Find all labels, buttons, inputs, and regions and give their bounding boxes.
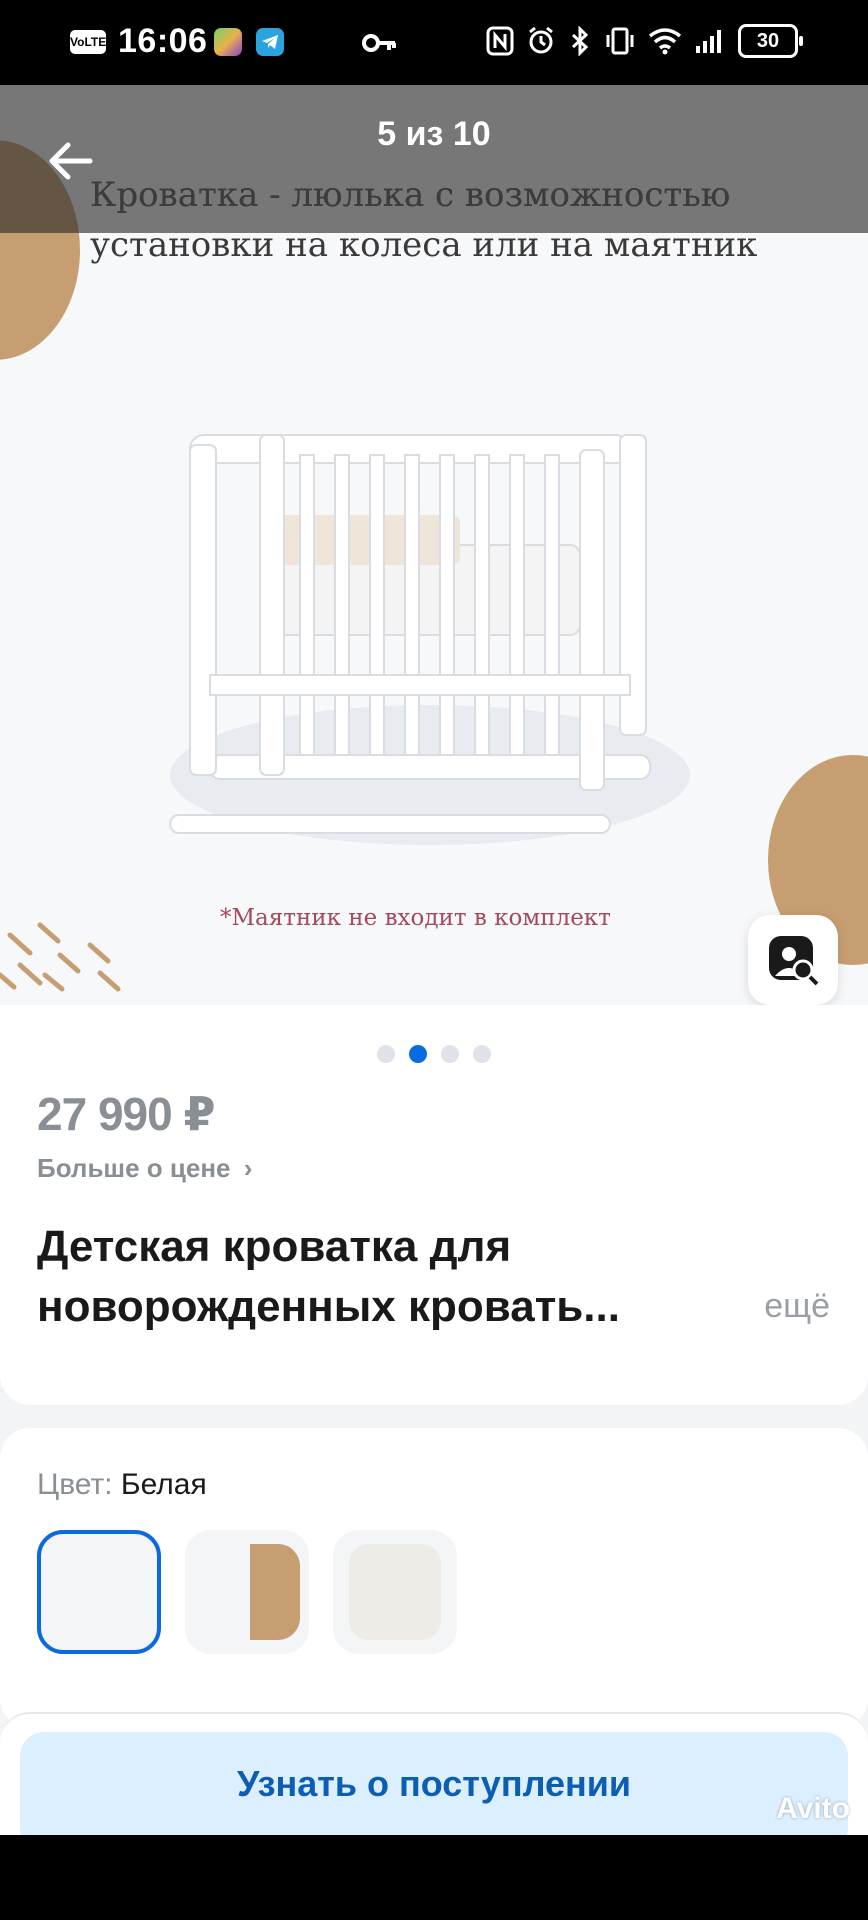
status-bar: VoLTE 16:06 30 <box>0 0 868 85</box>
volte-icon: VoLTE <box>70 30 106 54</box>
price-details-link[interactable]: Больше о цене › <box>37 1153 252 1184</box>
image-caption-overlay: Кроватка - люлька с возможностью <box>90 175 731 215</box>
pendulum-note: *Маятник не входит в комплект <box>220 905 611 931</box>
signal-icon <box>696 30 721 53</box>
color-selector-card: Цвет: Белая <box>0 1428 868 1728</box>
pagination-dot[interactable] <box>377 1045 395 1063</box>
screen: VoLTE 16:06 30 Кроватка - люлька с возмо… <box>0 0 868 1835</box>
telegram-icon <box>256 28 284 56</box>
avito-watermark: Avito <box>776 1792 850 1825</box>
title-more-link[interactable]: ещё <box>764 1287 830 1326</box>
nfc-icon <box>486 26 514 56</box>
product-title: Детская кроватка для новорожденных крова… <box>37 1222 620 1331</box>
pagination-dot[interactable] <box>473 1045 491 1063</box>
color-swatch-white[interactable] <box>37 1530 161 1654</box>
decor-dashes <box>0 922 121 992</box>
vibrate-icon <box>606 27 634 55</box>
pagination-dot[interactable] <box>441 1045 459 1063</box>
vpn-key-icon <box>362 34 396 52</box>
bottom-action-bar: Узнать о поступлении <box>0 1712 868 1835</box>
system-icons: 30 <box>486 24 803 58</box>
swatch-fill <box>349 1544 441 1640</box>
wifi-icon <box>648 28 682 55</box>
color-label: Цвет: Белая <box>37 1468 207 1502</box>
color-swatch-white-brown[interactable] <box>185 1530 309 1654</box>
price: 27 990 ₽ <box>37 1088 215 1140</box>
crib-photo <box>169 434 690 845</box>
price-details-label: Больше о цене <box>37 1153 231 1183</box>
product-card: 27 990 ₽ Больше о цене › Детская кроватк… <box>0 1005 868 1405</box>
swatch-fill <box>250 1544 300 1640</box>
battery-indicator: 30 <box>738 24 803 58</box>
color-swatch-beige[interactable] <box>333 1530 457 1654</box>
color-key: Цвет: <box>37 1468 113 1501</box>
gallery-top-bar: 5 из 10 Кроватка - люлька с возможностью <box>0 85 868 233</box>
chevron-right-icon: › <box>243 1153 253 1183</box>
photo-counter: 5 из 10 <box>377 115 491 153</box>
notify-availability-button[interactable]: Узнать о поступлении <box>20 1732 848 1835</box>
pagination-dots <box>0 1045 868 1063</box>
image-search-icon <box>769 936 819 986</box>
bluetooth-icon <box>571 26 589 56</box>
photo-gallery[interactable]: Кроватка - люлька с возможностью установ… <box>0 85 868 1005</box>
color-value: Белая <box>120 1468 207 1501</box>
visual-search-button[interactable] <box>748 915 838 1005</box>
game-app-icon <box>214 28 242 56</box>
alarm-icon <box>529 26 553 54</box>
pagination-dot-active[interactable] <box>409 1045 427 1063</box>
status-time: 16:06 <box>118 22 208 60</box>
